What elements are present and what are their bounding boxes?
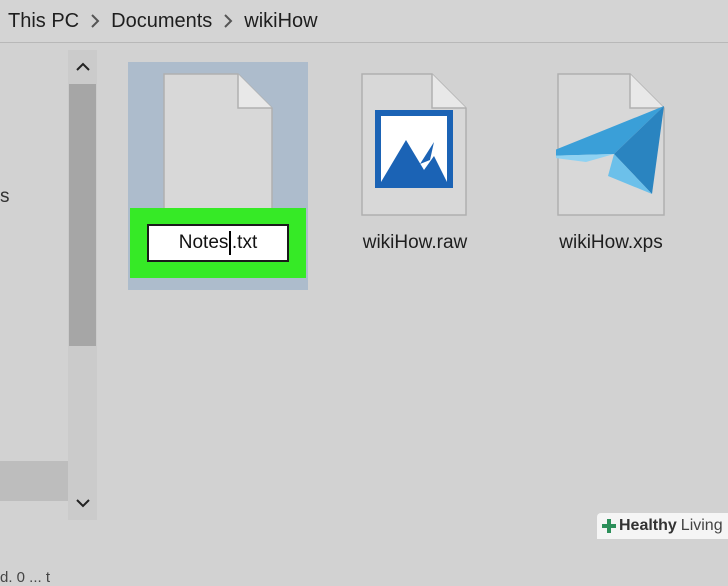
text-file-icon xyxy=(163,73,273,211)
file-item-wikihow-raw[interactable]: wikiHow.raw xyxy=(340,72,490,267)
nav-item-selected[interactable] xyxy=(0,461,68,501)
scroll-up-button[interactable] xyxy=(68,50,97,84)
chevron-right-icon[interactable] xyxy=(216,0,240,42)
breadcrumb-this-pc[interactable]: This PC xyxy=(4,10,83,33)
rename-input[interactable]: Notes .txt xyxy=(147,224,289,262)
filename-base: Notes xyxy=(178,232,229,253)
nav-item-label[interactable]: d. 0 ... t xyxy=(0,569,50,586)
filename-extension: .txt xyxy=(231,232,258,253)
scroll-thumb[interactable] xyxy=(69,84,96,346)
navigation-pane: s d. 0 ... t xyxy=(0,43,68,586)
breadcrumb-documents[interactable]: Documents xyxy=(107,10,216,33)
address-bar[interactable]: This PC Documents wikiHow xyxy=(0,0,728,43)
scroll-down-button[interactable] xyxy=(68,486,97,520)
rename-highlight: Notes .txt xyxy=(130,208,306,278)
xps-file-icon xyxy=(556,73,665,216)
file-item-wikihow-xps[interactable]: wikiHow.xps xyxy=(536,72,686,267)
healthy-living-watermark: Healthy Living xyxy=(597,513,728,539)
breadcrumb: This PC Documents wikiHow xyxy=(4,0,322,42)
nav-item-label[interactable]: s xyxy=(0,186,10,208)
chevron-right-icon[interactable] xyxy=(83,0,107,42)
file-item-notes[interactable]: Notes .txt xyxy=(128,62,308,290)
file-label[interactable]: wikiHow.xps xyxy=(536,232,686,254)
health-plus-icon xyxy=(602,519,616,533)
watermark-brand: Healthy xyxy=(619,517,677,534)
chevron-up-icon xyxy=(75,62,90,71)
navpane-scrollbar[interactable] xyxy=(68,50,97,520)
text-caret xyxy=(229,231,231,255)
chevron-down-icon xyxy=(75,499,90,508)
image-file-icon xyxy=(361,73,467,216)
file-label[interactable]: wikiHow.raw xyxy=(340,232,490,254)
breadcrumb-wikihow[interactable]: wikiHow xyxy=(240,10,321,33)
watermark-suffix: Living xyxy=(680,517,723,534)
